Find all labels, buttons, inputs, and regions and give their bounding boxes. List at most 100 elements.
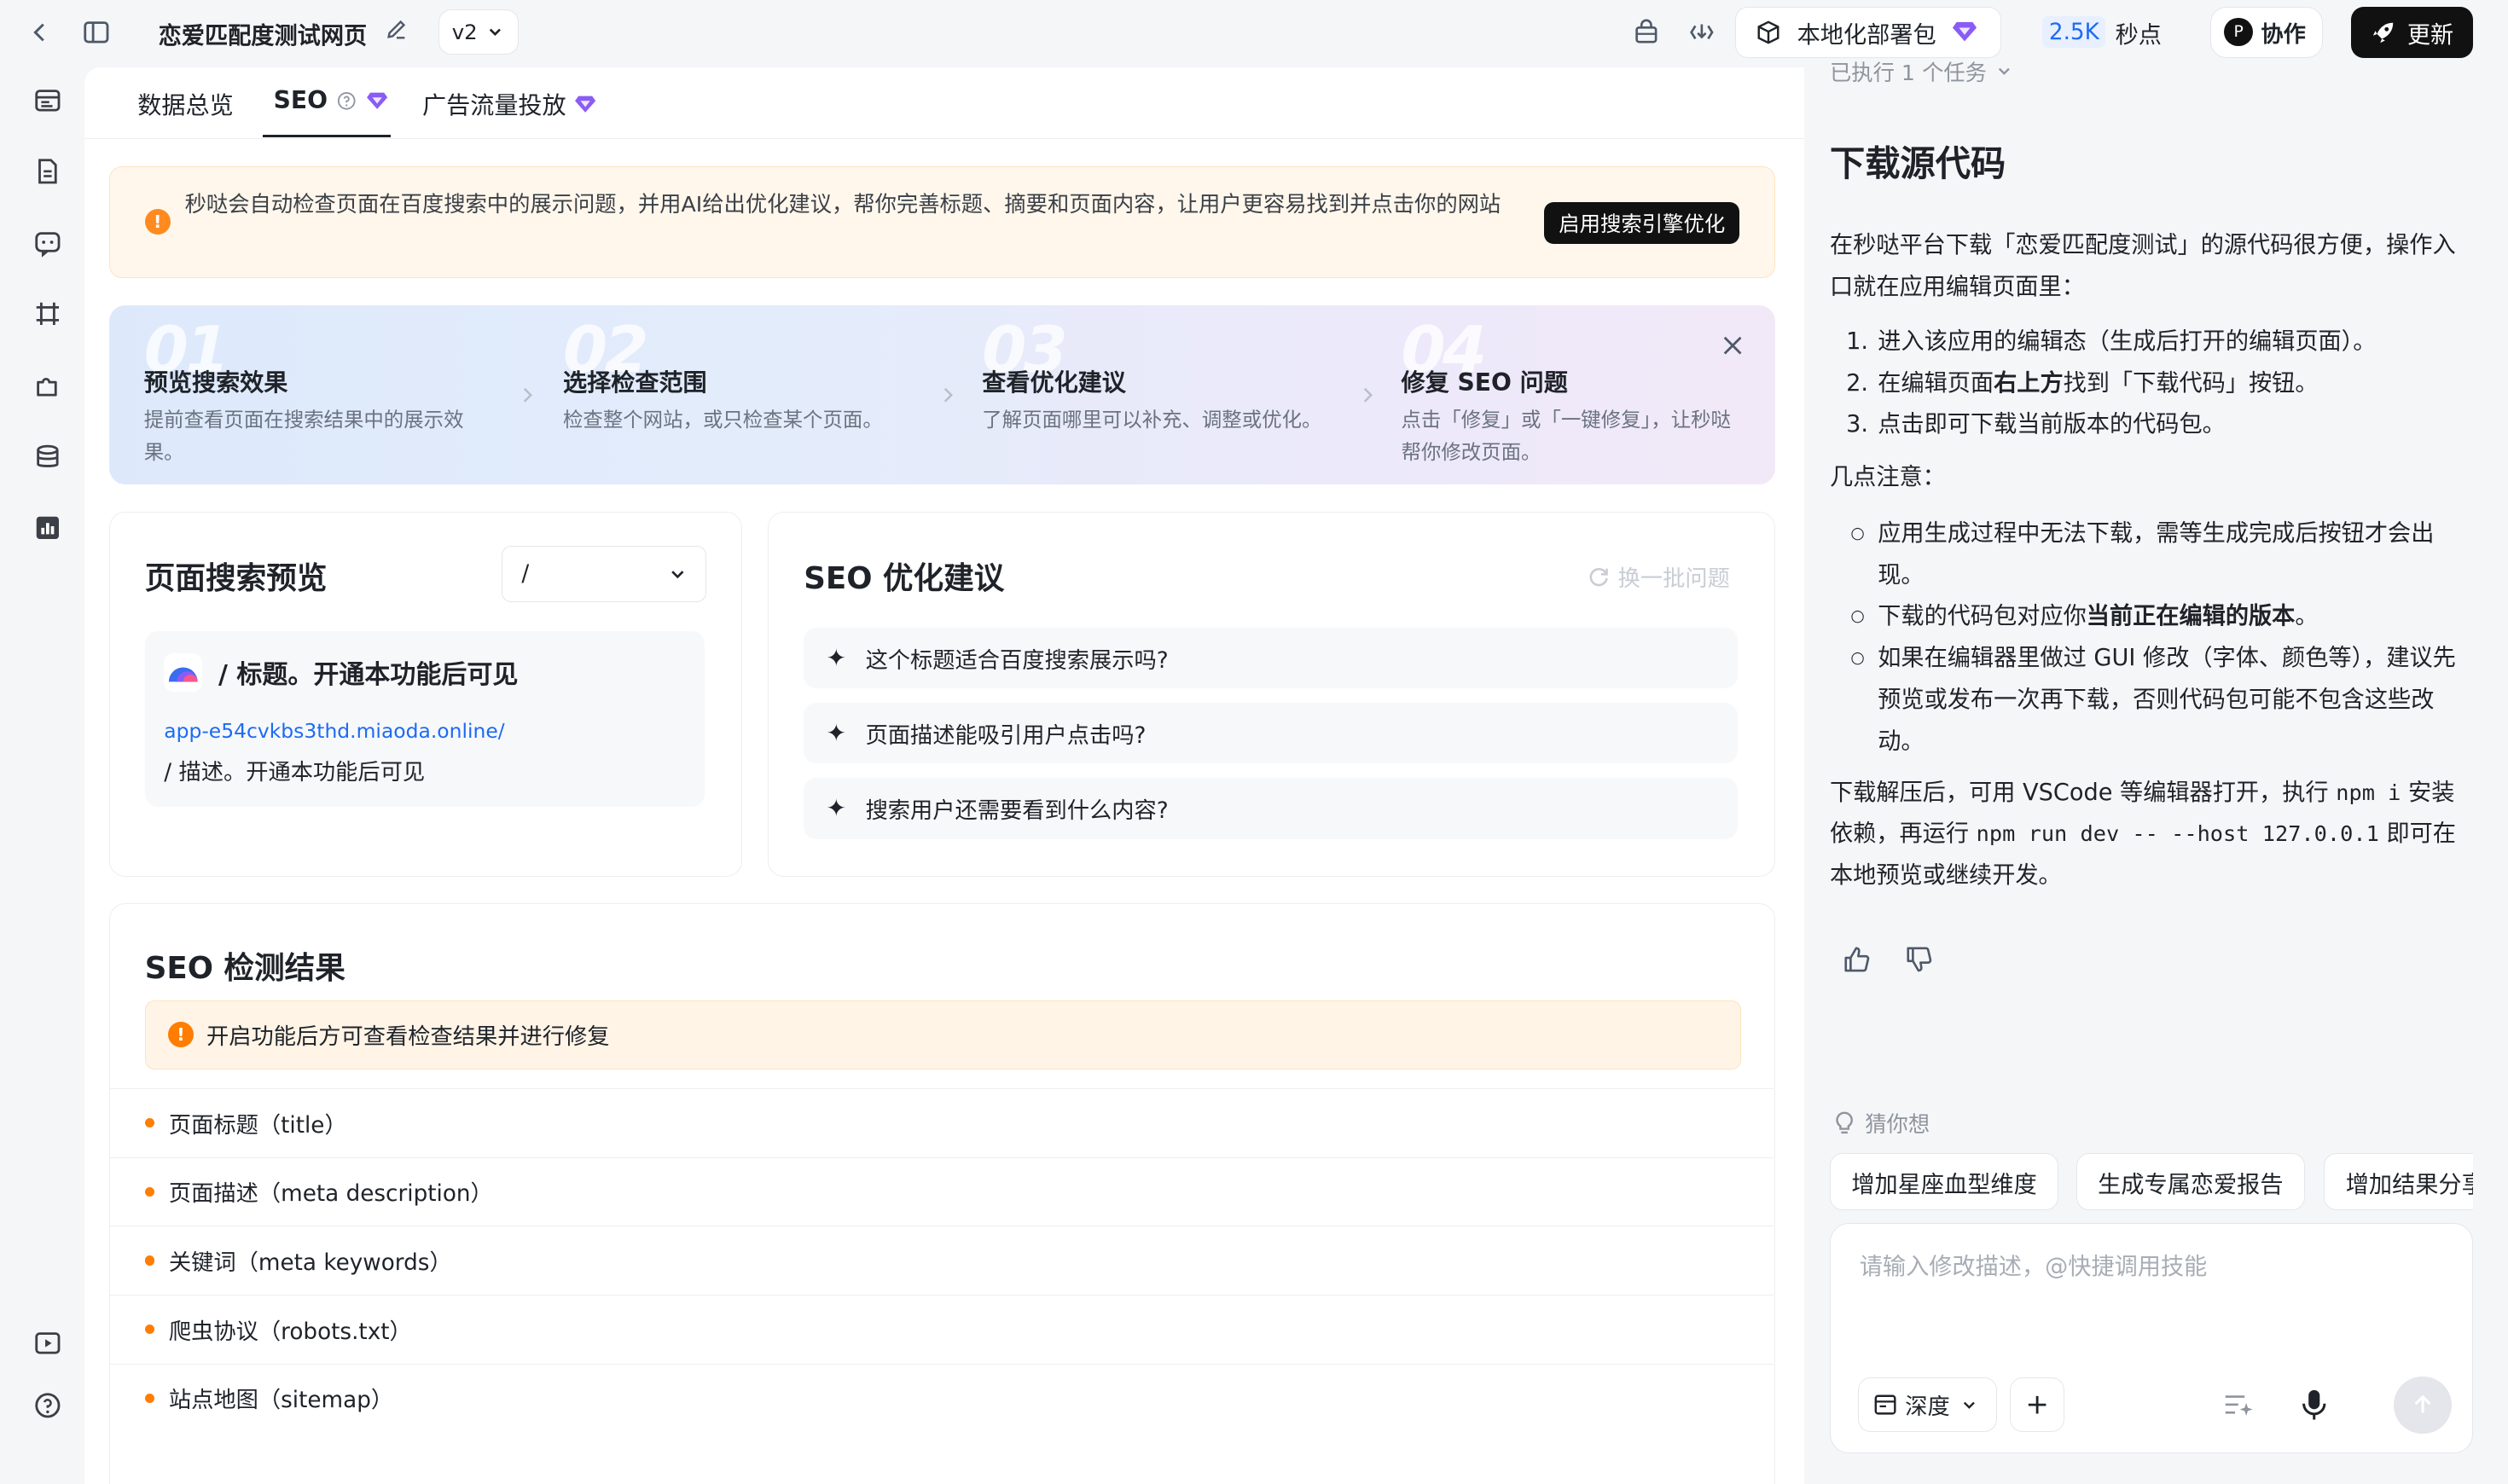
chevron-right-icon xyxy=(1363,387,1373,403)
close-icon[interactable] xyxy=(1721,334,1744,357)
top-bar: 恋爱匹配度测试网页 v2 本地化部署包 2.5K 秒点 P 协作 更新 xyxy=(0,0,2508,64)
chat-window-icon[interactable] xyxy=(31,225,66,260)
credits-display[interactable]: 2.5K 秒点 xyxy=(2042,13,2199,51)
sidebar-toggle-icon[interactable] xyxy=(77,13,115,51)
status-dot xyxy=(144,1255,154,1266)
message-outro: 下载解压后，可用 VSCode 等编辑器打开，执行 npm i 安装依赖，再运行… xyxy=(1830,773,2476,897)
step-title: 修复 SEO 问题 xyxy=(1401,368,1568,397)
seo-intro-banner: ! 秒哒会自动检查页面在百度搜索中的展示问题，并用AI给出优化建议，帮你完善标题… xyxy=(108,166,1776,279)
mode-select[interactable]: 深度 xyxy=(1857,1377,1997,1433)
list-item-text: 下载的代码包对应你 xyxy=(1878,603,2087,630)
tab-overview[interactable]: 数据总览 xyxy=(137,86,233,121)
suggestion-item[interactable]: ✦ 搜索用户还需要看到什么内容? xyxy=(804,778,1739,839)
result-item[interactable]: 页面描述（meta description） xyxy=(109,1156,1774,1226)
rocket-icon xyxy=(2372,22,2394,43)
list-item-text: 。 xyxy=(2295,603,2319,630)
analytics-icon[interactable] xyxy=(31,510,66,545)
video-tutorial-icon[interactable] xyxy=(31,1325,66,1360)
seo-results-card: SEO 检测结果 ! 开启功能后方可查看检查结果并进行修复 页面标题（title… xyxy=(108,903,1776,1484)
tab-ads-label: 广告流量投放 xyxy=(422,91,566,120)
results-notice: ! 开启功能后方可查看检查结果并进行修复 xyxy=(144,1000,1741,1070)
step-title: 查看优化建议 xyxy=(982,368,1126,397)
dashboard-icon[interactable] xyxy=(31,84,66,119)
premium-diamond-icon xyxy=(367,92,388,109)
version-select[interactable]: v2 xyxy=(438,9,519,55)
result-url: app-e54cvkbs3thd.miaoda.online/ xyxy=(164,718,505,743)
result-item[interactable]: 站点地图（sitemap） xyxy=(109,1363,1774,1433)
list-item-text: 进入该应用的编辑态（生成后打开的编辑页面）。 xyxy=(1878,328,2377,355)
avatar: P xyxy=(2224,17,2253,47)
shop-icon[interactable] xyxy=(1627,13,1665,51)
sparkle-icon: ✦ xyxy=(826,719,847,748)
suggestion-chip[interactable]: 增加星座血型维度 xyxy=(1830,1152,2059,1211)
thumbs-down-icon[interactable] xyxy=(1905,945,1934,974)
update-button[interactable]: 更新 xyxy=(2351,6,2473,58)
status-dot xyxy=(144,1118,154,1128)
guess-label: 猜你想 xyxy=(1865,1112,1930,1138)
database-icon[interactable] xyxy=(31,440,66,475)
refresh-questions-button[interactable]: 换一批问题 xyxy=(1588,560,1730,593)
chevron-down-icon xyxy=(1963,1401,1975,1409)
suggestion-item[interactable]: ✦ 这个标题适合百度搜索展示吗? xyxy=(804,628,1739,689)
list-item: 3. 点击即可下载当前版本的代码包。 xyxy=(1830,404,2486,446)
download-code-icon[interactable] xyxy=(1683,13,1721,51)
send-button[interactable] xyxy=(2394,1376,2452,1434)
notes-title: 几点注意： xyxy=(1830,464,1946,491)
status-dot xyxy=(144,1325,154,1335)
result-item[interactable]: 关键词（meta keywords） xyxy=(109,1226,1774,1295)
suggestion-text: 这个标题适合百度搜索展示吗? xyxy=(865,647,1169,674)
refresh-icon xyxy=(1589,568,1608,587)
page-select[interactable]: / xyxy=(501,546,706,602)
chevron-down-icon xyxy=(1999,67,2011,76)
suggestion-item[interactable]: ✦ 页面描述能吸引用户点击吗? xyxy=(804,703,1739,764)
edit-title-icon[interactable] xyxy=(384,16,409,49)
suggestion-chip[interactable]: 生成专属恋爱报告 xyxy=(2075,1152,2305,1211)
message-heading: 下载源代码 xyxy=(1830,142,2006,184)
help-icon[interactable] xyxy=(31,1388,66,1423)
tab-ads[interactable]: 广告流量投放 xyxy=(422,86,596,121)
add-attachment-button[interactable] xyxy=(2010,1377,2064,1433)
warning-icon: ! xyxy=(144,208,171,235)
list-item: ○ 下载的代码包对应你当前正在编辑的版本。 xyxy=(1850,603,2319,630)
credits-unit: 秒点 xyxy=(2115,21,2162,49)
status-dot xyxy=(144,1186,154,1197)
step-title: 选择检查范围 xyxy=(563,368,707,397)
executed-tasks-toggle[interactable]: 已执行 1 个任务 xyxy=(1830,56,2012,87)
chevron-right-icon xyxy=(944,387,954,403)
banner-text: 秒哒会自动检查页面在百度搜索中的展示问题，并用AI给出优化建议，帮你完善标题、摘… xyxy=(184,192,1501,217)
microphone-icon[interactable] xyxy=(2298,1388,2331,1423)
plugin-icon[interactable] xyxy=(31,368,66,403)
credits-value: 2.5K xyxy=(2042,15,2106,49)
chat-input[interactable]: 请输入修改描述，@快捷调用技能 xyxy=(1860,1247,2208,1281)
result-item[interactable]: 页面标题（title） xyxy=(109,1088,1774,1157)
sparkle-icon: ✦ xyxy=(826,644,847,673)
suggestion-chip[interactable]: 增加结果分享 xyxy=(2324,1152,2473,1211)
search-result-preview: / 标题。开通本功能后可见 app-e54cvkbs3thd.miaoda.on… xyxy=(144,630,705,807)
enable-seo-button[interactable]: 启用搜索引擎优化 xyxy=(1544,202,1740,244)
preview-card-title: 页面搜索预览 xyxy=(144,560,328,596)
collaborate-button[interactable]: P 协作 xyxy=(2210,6,2323,58)
result-item[interactable]: 爬虫协议（robots.txt） xyxy=(109,1294,1774,1364)
list-item: 1. 进入该应用的编辑态（生成后打开的编辑页面）。 xyxy=(1830,322,2486,363)
site-favicon xyxy=(164,653,203,692)
seo-suggestions-card: SEO 优化建议 换一批问题 ✦ 这个标题适合百度搜索展示吗? ✦ 页面描述能吸引用… xyxy=(768,512,1776,877)
steps-guide: 01 预览搜索效果 提前查看页面在搜索结果中的展示效果。 02 选择检查范围 检… xyxy=(108,305,1776,485)
suggestion-text: 搜索用户还需要看到什么内容? xyxy=(865,797,1169,824)
main-content: 数据总览 SEO 广告流量投放 ! 秒哒会自动检查页面在百度搜索中的展示问题，并… xyxy=(84,67,1804,1484)
suggestion-text: 页面描述能吸引用户点击吗? xyxy=(865,722,1147,749)
collaborate-label: 协作 xyxy=(2261,21,2306,48)
local-deploy-button[interactable]: 本地化部署包 xyxy=(1735,6,2001,58)
back-icon[interactable] xyxy=(20,13,59,51)
prompt-enhance-icon[interactable] xyxy=(2222,1390,2255,1419)
tab-seo[interactable]: SEO xyxy=(274,86,389,114)
premium-diamond-icon xyxy=(575,96,596,113)
step-title: 预览搜索效果 xyxy=(143,368,288,397)
thumbs-up-icon[interactable] xyxy=(1843,945,1872,974)
layout-adjust-icon[interactable] xyxy=(31,296,66,331)
list-item-text: 应用生成过程中无法下载，需等生成完成后按钮才会出现。 xyxy=(1878,519,2435,588)
document-icon[interactable] xyxy=(31,154,66,188)
list-item-text: 点击即可下载当前版本的代码包。 xyxy=(1878,411,2226,438)
chevron-down-icon xyxy=(489,28,501,37)
chevron-down-icon xyxy=(671,571,684,579)
results-notice-text: 开启功能后方可查看检查结果并进行修复 xyxy=(206,1024,610,1051)
